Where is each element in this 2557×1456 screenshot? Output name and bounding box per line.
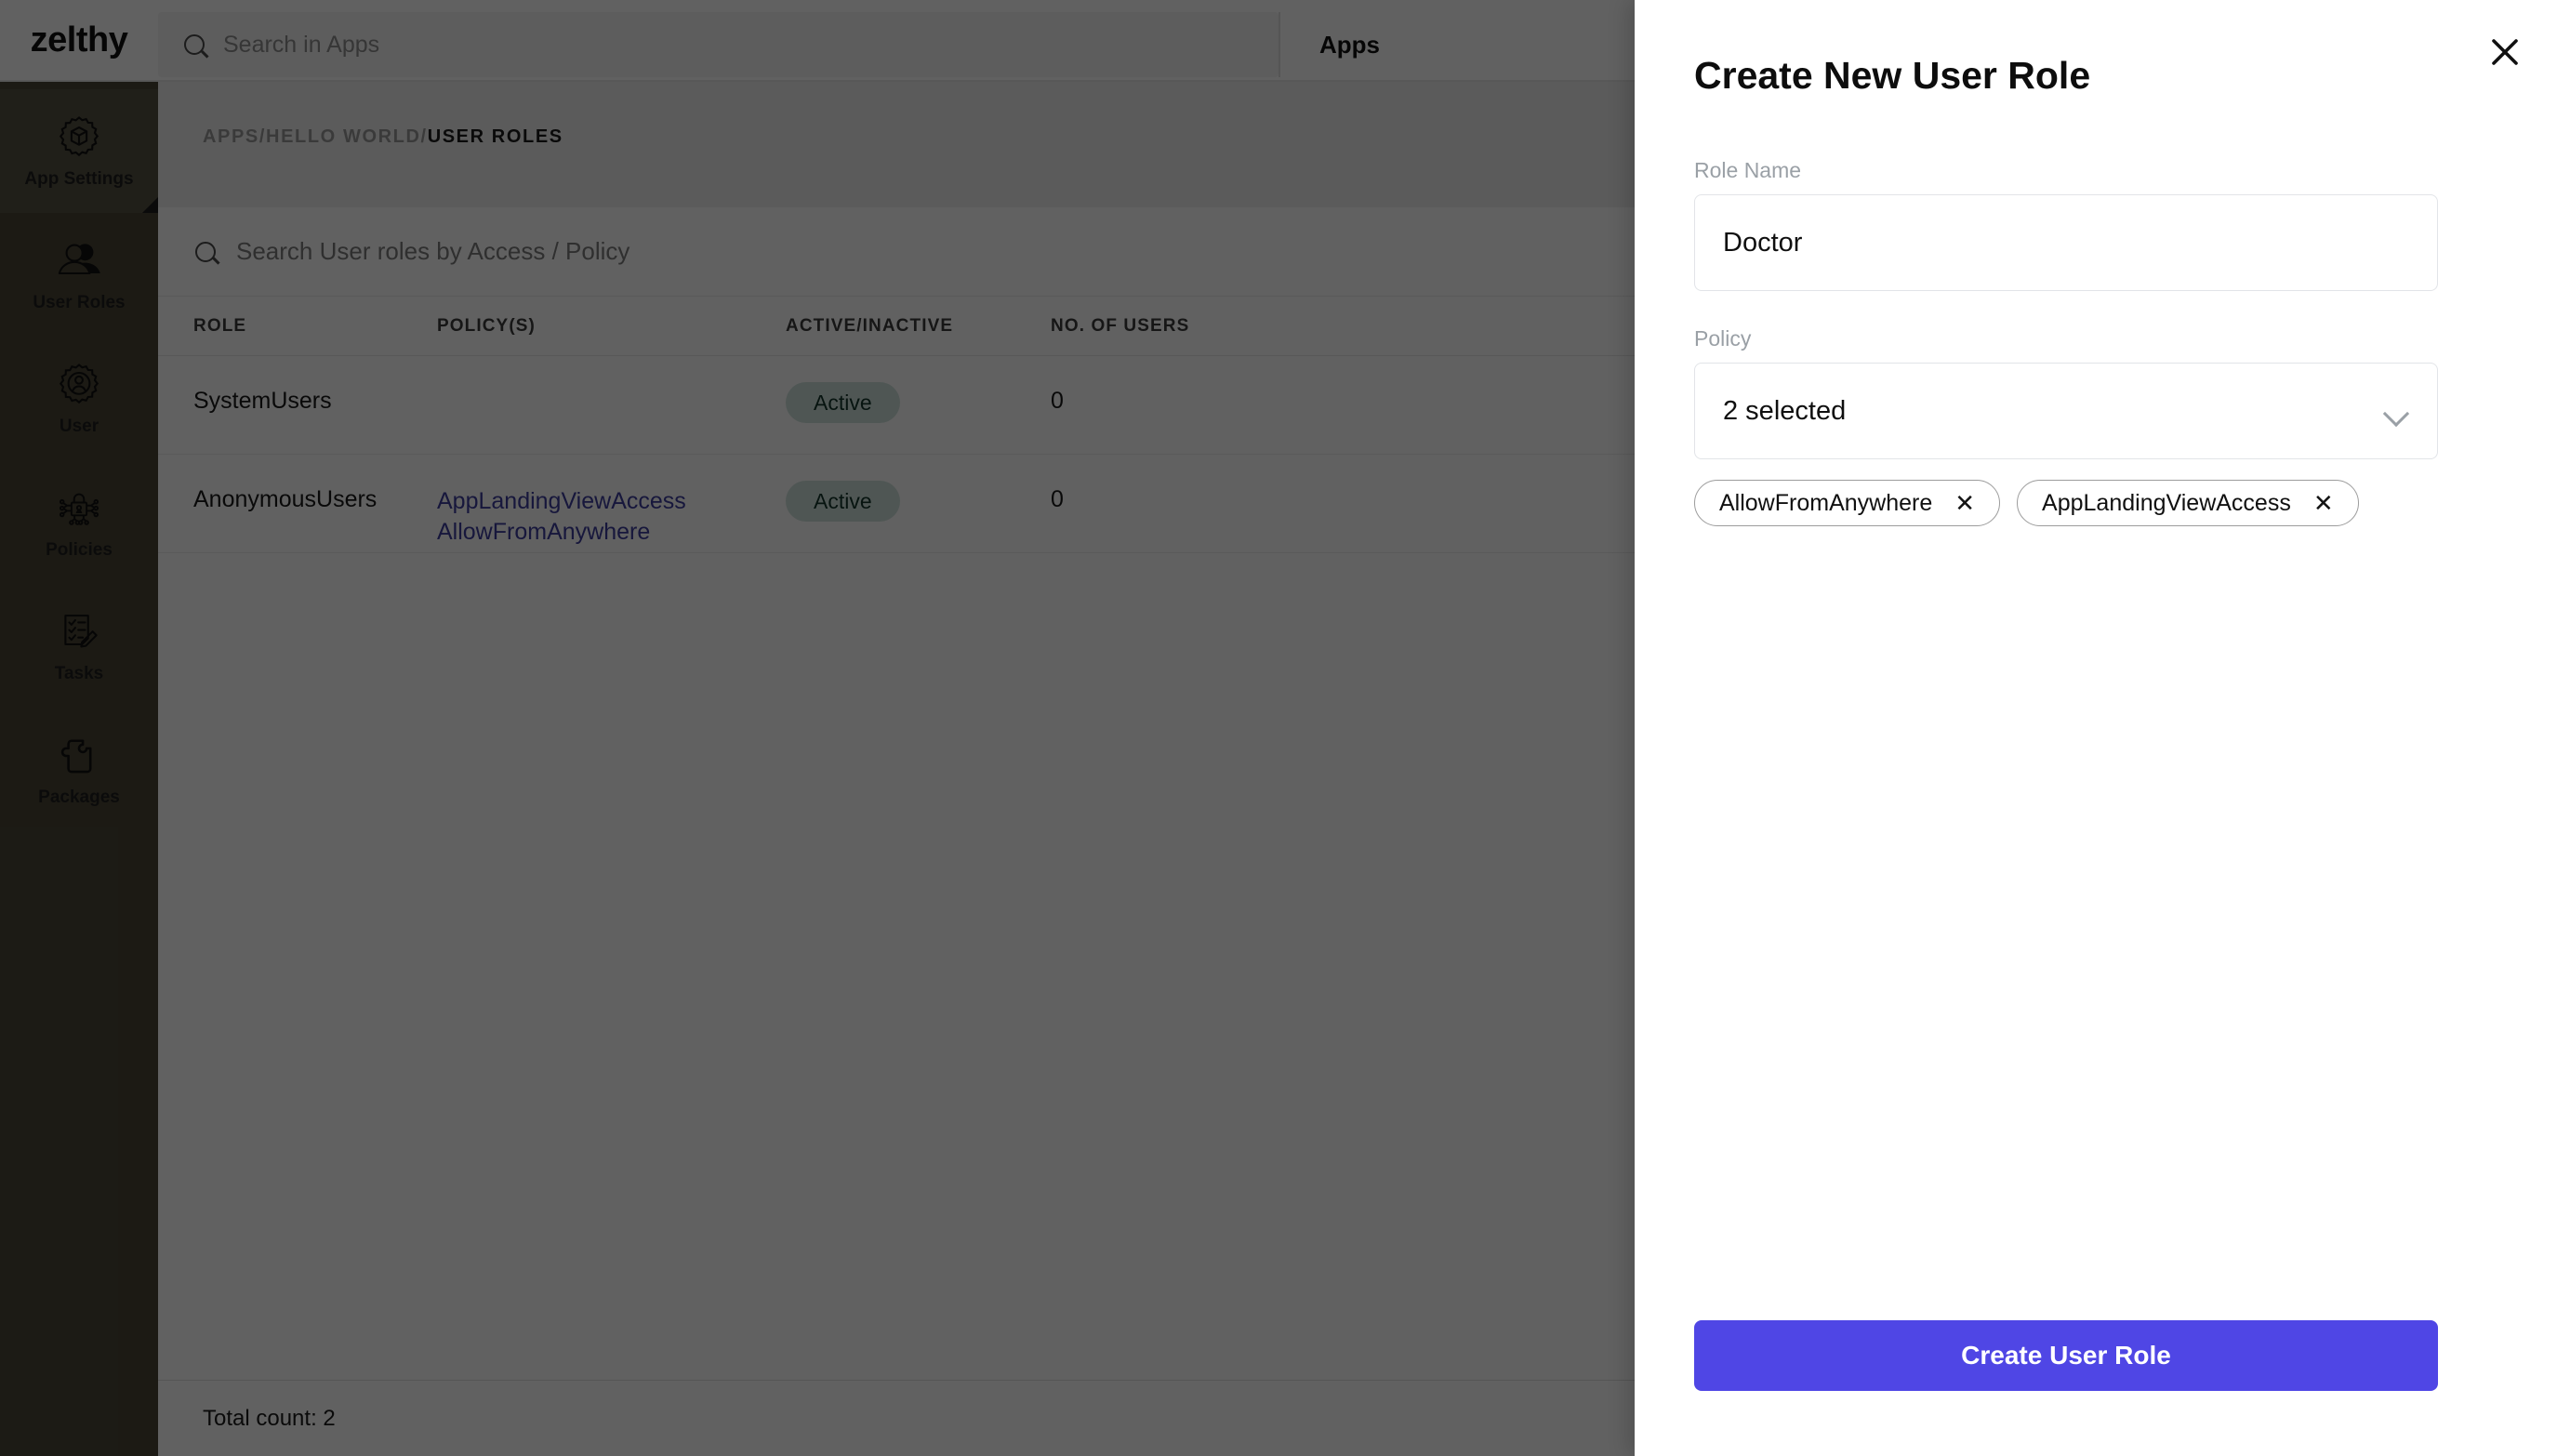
policy-link[interactable]: AllowFromAnywhere — [437, 517, 786, 548]
role-name-input[interactable]: Doctor — [1694, 194, 2438, 291]
cell-role: AnonymousUsers — [193, 486, 378, 512]
table-search-placeholder: Search User roles by Access / Policy — [236, 237, 630, 265]
sidebar-item-label: Tasks — [54, 663, 104, 683]
brand-logo-text: zelthy — [30, 20, 128, 60]
sidebar-item-tasks[interactable]: Tasks — [0, 584, 158, 708]
puzzle-piece-icon — [60, 738, 92, 773]
search-icon — [195, 241, 216, 262]
panel-title: Create New User Role — [1694, 54, 2091, 97]
policy-chip-label: AppLandingViewAccess — [2042, 489, 2291, 516]
policy-select-value: 2 selected — [1723, 395, 1847, 426]
cell-policies: AppLandingViewAccess AllowFromAnywhere — [437, 486, 786, 549]
cell-role: SystemUsers — [193, 388, 332, 414]
role-name-value: Doctor — [1723, 227, 1803, 258]
policy-chip-label: AllowFromAnywhere — [1719, 489, 1933, 516]
sidebar: App Settings User Roles User Policies Ta… — [0, 82, 158, 1456]
checklist-pencil-icon — [64, 614, 98, 648]
breadcrumb-current-user-roles: USER ROLES — [427, 126, 563, 147]
cell-status: Active — [786, 481, 1051, 522]
active-indicator-caret — [142, 197, 158, 213]
remove-chip-icon[interactable]: ✕ — [1954, 491, 1975, 515]
sidebar-item-label: User Roles — [33, 292, 126, 312]
create-user-role-button[interactable]: Create User Role — [1694, 1320, 2438, 1391]
cell-users: 0 — [1051, 388, 1064, 414]
panel-body: Role Name Doctor Policy 2 selected Allow… — [1694, 158, 2438, 526]
users-group-icon — [58, 243, 100, 274]
remove-chip-icon[interactable]: ✕ — [2313, 491, 2334, 515]
sidebar-item-label: Policies — [46, 539, 113, 560]
status-badge: Active — [786, 481, 900, 522]
sidebar-item-user[interactable]: User — [0, 337, 158, 460]
breadcrumb-item-apps[interactable]: APPS — [203, 126, 259, 148]
sidebar-item-label: App Settings — [24, 168, 134, 189]
tab-apps[interactable]: Apps — [1278, 12, 1419, 77]
search-icon — [184, 34, 205, 55]
policy-select[interactable]: 2 selected — [1694, 363, 2438, 459]
breadcrumb-item-hello-world[interactable]: HELLO WORLD — [266, 126, 420, 148]
lock-network-icon — [59, 493, 99, 525]
create-user-role-panel: Create New User Role Role Name Doctor Po… — [1635, 0, 2557, 1456]
sidebar-item-label: User — [59, 416, 99, 436]
tab-apps-label: Apps — [1319, 30, 1380, 59]
column-header-status: ACTIVE/INACTIVE — [786, 315, 954, 336]
policy-label: Policy — [1694, 326, 1752, 351]
status-badge: Active — [786, 382, 900, 423]
field-spacer — [1694, 291, 2438, 326]
chevron-down-icon — [2385, 404, 2409, 418]
close-icon — [2492, 39, 2518, 65]
cell-status: Active — [786, 382, 1051, 423]
breadcrumb-separator: / — [420, 126, 428, 147]
policy-chip: AllowFromAnywhere ✕ — [1694, 480, 2001, 526]
global-search-placeholder: Search in Apps — [223, 31, 380, 58]
selected-policy-chips: AllowFromAnywhere ✕ AppLandingViewAccess… — [1694, 480, 2438, 526]
column-header-role: ROLE — [193, 315, 247, 336]
policy-chip: AppLandingViewAccess ✕ — [2017, 480, 2359, 526]
sidebar-item-user-roles[interactable]: User Roles — [0, 213, 158, 337]
global-search-input[interactable]: Search in Apps — [158, 12, 1278, 77]
panel-footer: Create User Role — [1694, 1320, 2438, 1391]
column-header-policy: POLICY(S) — [437, 315, 536, 336]
sidebar-item-app-settings[interactable]: App Settings — [0, 89, 158, 213]
brand-logo[interactable]: zelthy — [0, 0, 158, 80]
sidebar-item-packages[interactable]: Packages — [0, 708, 158, 831]
breadcrumb-separator: / — [258, 126, 267, 147]
policy-link[interactable]: AppLandingViewAccess — [437, 486, 786, 517]
sidebar-item-policies[interactable]: Policies — [0, 460, 158, 584]
total-count-label: Total count: 2 — [203, 1405, 336, 1431]
role-name-label: Role Name — [1694, 158, 1802, 182]
sidebar-item-label: Packages — [38, 787, 120, 807]
cell-users: 0 — [1051, 486, 1064, 512]
gear-person-icon — [59, 363, 99, 404]
close-button[interactable] — [2479, 26, 2531, 78]
gear-cube-icon — [59, 115, 99, 156]
column-header-users: NO. OF USERS — [1051, 315, 1190, 336]
